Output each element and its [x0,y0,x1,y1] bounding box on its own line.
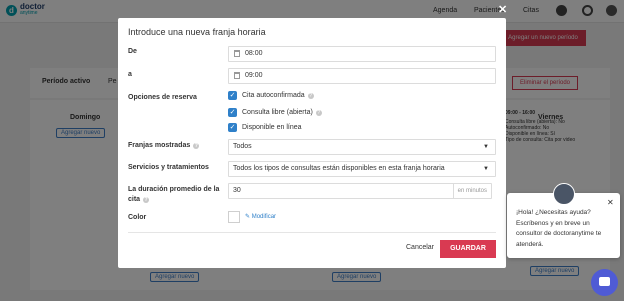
chat-agent-avatar [553,183,575,205]
help-icon[interactable]: ? [315,109,322,116]
duration-suffix: en minutos [452,184,491,198]
slots-shown-label: Franjas mostradas? [128,142,200,149]
save-button[interactable]: GUARDAR [440,240,496,258]
chat-message: ¡Hola! ¿Necesitas ayuda? Escríbenos y en… [516,209,602,248]
services-select[interactable]: Todos los tipos de consultas están dispo… [228,161,496,177]
chevron-down-icon: ▼ [483,144,489,150]
help-icon[interactable]: ? [193,143,200,149]
checkbox-checked-icon[interactable]: ✓ [228,123,237,132]
color-label: Color [128,214,147,221]
booking-options-label: Opciones de reserva [128,94,197,101]
option-online[interactable]: ✓ Disponible en línea [228,123,302,132]
checkbox-checked-icon[interactable]: ✓ [228,108,237,117]
help-icon[interactable]: ? [307,92,314,99]
new-time-slot-modal: Introduce una nueva franja horaria De 08… [118,18,506,268]
chat-icon [599,277,610,286]
pencil-icon: ✎ [245,214,251,220]
to-label: a [128,71,132,78]
services-label: Servicios y tratamientos [128,164,209,171]
cancel-button[interactable]: Cancelar [406,244,434,251]
calendar-icon [234,72,240,79]
from-label: De [128,48,137,55]
option-open-consultation[interactable]: ✓ Consulta libre (abierta) ? [228,108,322,117]
duration-label: La duración promedio de la cita? [128,186,220,203]
chat-launcher-button[interactable] [591,269,618,296]
modal-title: Introduce una nueva franja horaria [128,27,266,37]
option-autoconfirm[interactable]: ✓ Cita autoconfirmada ? [228,91,314,100]
close-icon[interactable]: ✕ [498,3,507,16]
from-time-input[interactable]: 08:00 [228,46,496,62]
color-swatch[interactable] [228,211,240,223]
chat-close-icon[interactable]: ✕ [607,198,614,207]
calendar-icon [234,50,240,57]
divider [128,232,496,233]
help-icon[interactable]: ? [143,197,150,203]
chevron-down-icon: ▼ [483,166,489,172]
slots-shown-select[interactable]: Todos ▼ [228,139,496,155]
modify-color-link[interactable]: ✎ Modificar [245,213,276,220]
to-time-input[interactable]: 09:00 [228,68,496,84]
duration-input[interactable]: 30 en minutos [228,183,492,199]
checkbox-checked-icon[interactable]: ✓ [228,91,237,100]
